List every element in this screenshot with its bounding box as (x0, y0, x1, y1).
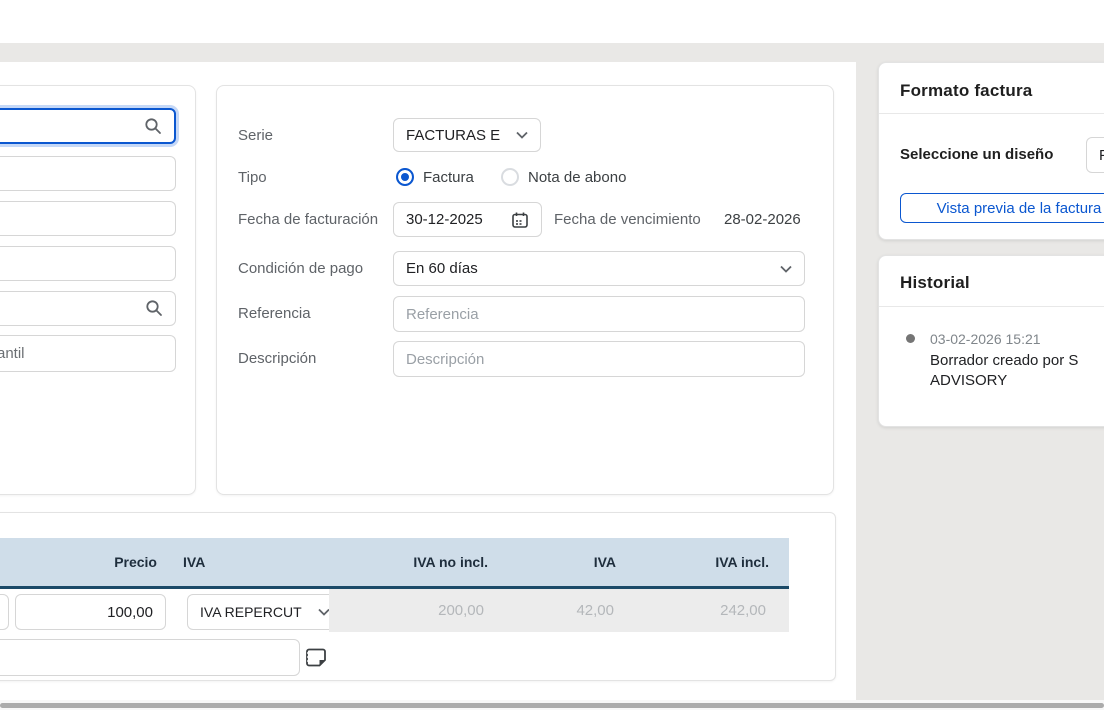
descripcion-label: Descripción (238, 350, 316, 367)
calendar-icon (511, 211, 529, 229)
card-divider (879, 113, 1104, 114)
quantity-input[interactable] (0, 594, 9, 630)
descripcion-input[interactable] (393, 341, 805, 377)
historial-card: Historial 03-02-2026 15:21 Borrador crea… (878, 255, 1104, 427)
fecha-facturacion-value: 30-12-2025 (406, 211, 483, 228)
serie-select[interactable]: FACTURAS E (393, 118, 541, 152)
col-header-iva: IVA (183, 538, 205, 586)
history-text-line1: Borrador creado por S (930, 352, 1078, 369)
preview-invoice-button[interactable]: Vista previa de la factura (900, 193, 1104, 223)
historial-title: Historial (900, 273, 970, 293)
history-bullet-icon (906, 334, 915, 343)
condicion-pago-value: En 60 días (406, 260, 478, 277)
formato-factura-card: Formato factura Seleccione un diseño F V… (878, 62, 1104, 240)
computed-cells: 200,00 42,00 242,00 (329, 589, 789, 632)
fecha-facturacion-input[interactable]: 30-12-2025 (393, 202, 542, 237)
radio-nota-de-abono[interactable] (501, 168, 519, 186)
horizontal-scrollbar-thumb[interactable] (0, 703, 1104, 708)
radio-factura[interactable] (396, 168, 414, 186)
serie-label: Serie (238, 127, 273, 144)
precio-input[interactable] (15, 594, 166, 630)
invoice-lines-panel: Precio IVA IVA no incl. IVA IVA incl. IV… (0, 512, 836, 681)
line-description-input[interactable] (0, 639, 300, 676)
tipo-label: Tipo (238, 169, 267, 186)
chevron-down-icon (780, 265, 792, 273)
design-select[interactable]: F (1086, 137, 1104, 173)
fecha-vencimiento-value: 28-02-2026 (724, 211, 801, 228)
fecha-vencimiento-label: Fecha de vencimiento (554, 211, 701, 228)
design-select-label: Seleccione un diseño (900, 146, 1053, 163)
customer-panel (0, 85, 196, 495)
horizontal-scrollbar (0, 700, 1104, 710)
condicion-pago-label: Condición de pago (238, 260, 363, 277)
customer-field-4[interactable] (0, 335, 176, 372)
table-header-row: Precio IVA IVA no incl. IVA IVA incl. (0, 538, 789, 586)
chevron-down-icon (516, 131, 528, 139)
radio-factura-label[interactable]: Factura (423, 169, 474, 186)
note-icon[interactable] (304, 646, 329, 670)
search-icon (144, 117, 162, 135)
history-timestamp: 03-02-2026 15:21 (930, 331, 1041, 347)
fecha-facturacion-label: Fecha de facturación (238, 211, 378, 228)
customer-field-2[interactable] (0, 201, 176, 236)
referencia-label: Referencia (238, 305, 311, 322)
invoice-editor-page: Serie FACTURAS E Tipo Factura Nota de ab… (0, 0, 1104, 710)
history-text-line2: ADVISORY (930, 372, 1007, 389)
formato-factura-title: Formato factura (900, 81, 1032, 101)
radio-nota-de-abono-label[interactable]: Nota de abono (528, 169, 626, 186)
invoice-details-panel: Serie FACTURAS E Tipo Factura Nota de ab… (216, 85, 834, 495)
customer-field-3[interactable] (0, 246, 176, 281)
condicion-pago-select[interactable]: En 60 días (393, 251, 805, 286)
search-icon (145, 299, 163, 317)
card-divider (879, 306, 1104, 307)
col-header-iva-incl: IVA incl. (569, 538, 769, 586)
col-header-precio: Precio (0, 538, 157, 586)
serie-value: FACTURAS E (406, 127, 500, 144)
iva-incl-value: 242,00 (566, 589, 766, 632)
design-select-value: F (1099, 147, 1104, 164)
customer-field-1[interactable] (0, 156, 176, 191)
referencia-input[interactable] (393, 296, 805, 332)
